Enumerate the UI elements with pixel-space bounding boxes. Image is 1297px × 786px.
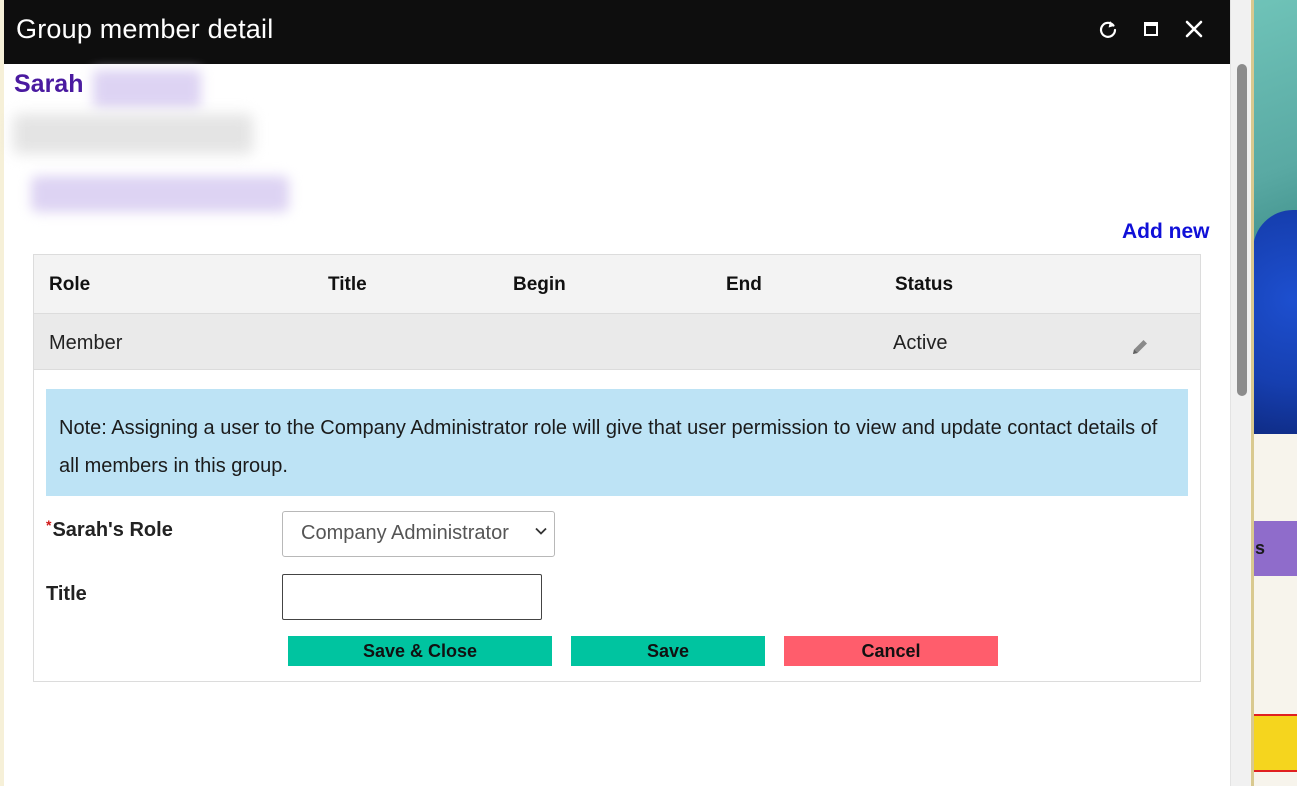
maximize-button[interactable] [1136, 14, 1166, 44]
title-field-label: Title [46, 583, 87, 605]
table-row: Member Active [34, 314, 1200, 370]
save-button[interactable]: Save [571, 636, 765, 666]
column-header-end: End [726, 274, 762, 295]
title-input[interactable] [282, 574, 542, 620]
redacted-last-name [93, 70, 201, 108]
dialog-scrollbar[interactable] [1230, 0, 1250, 786]
refresh-icon [1099, 21, 1117, 38]
column-header-status: Status [895, 274, 954, 295]
save-close-button[interactable]: Save & Close [288, 636, 552, 666]
table-header: Role Title Begin End Status [34, 255, 1200, 314]
roles-panel: Role Title Begin End Status Member Activ… [33, 254, 1201, 682]
dialog-title: Group member detail [16, 14, 274, 44]
background-yellow-banner [1253, 714, 1297, 772]
member-name: Sarah [14, 70, 84, 98]
background-edge [1251, 0, 1254, 786]
row-status: Active [893, 332, 948, 354]
admin-role-note: Note: Assigning a user to the Company Ad… [46, 389, 1188, 496]
role-select[interactable]: Company Administrator [282, 511, 555, 557]
add-new-link[interactable]: Add new [1122, 220, 1210, 244]
dialog-content: Sarah Add new Role Title Begin End Statu… [4, 64, 1230, 786]
refresh-button[interactable] [1093, 14, 1123, 44]
chevron-down-icon [535, 527, 547, 535]
column-header-begin: Begin [513, 274, 566, 295]
redacted-member-info [13, 114, 253, 154]
background-purple-tab-text: s [1255, 538, 1266, 558]
pencil-icon [1133, 340, 1147, 354]
scrollbar-thumb[interactable] [1237, 64, 1247, 396]
maximize-icon [1144, 22, 1158, 36]
role-label-text: Sarah's Role [52, 519, 173, 541]
role-field-label: *Sarah's Role [46, 517, 173, 542]
group-member-dialog: Group member detail Sarah Add new Role T… [4, 0, 1250, 786]
close-icon [1185, 20, 1203, 38]
background-purple-tab: s [1253, 521, 1297, 576]
column-header-role: Role [49, 274, 91, 295]
dialog-titlebar: Group member detail [4, 0, 1230, 64]
row-role: Member [49, 332, 123, 354]
column-header-title: Title [328, 274, 367, 295]
role-select-value: Company Administrator [301, 522, 509, 544]
edit-row-button[interactable] [1129, 336, 1151, 358]
cancel-button[interactable]: Cancel [784, 636, 998, 666]
redacted-member-link [31, 176, 289, 212]
close-button[interactable] [1179, 14, 1209, 44]
required-marker: * [46, 517, 52, 533]
background-photo [1253, 0, 1297, 434]
